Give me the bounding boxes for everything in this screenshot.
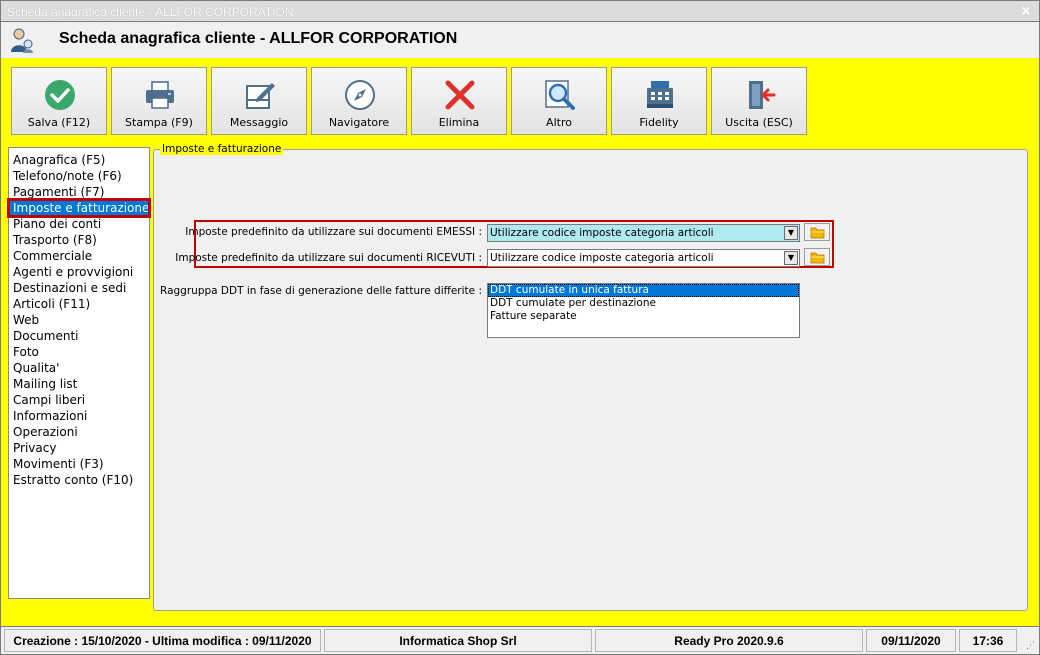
save-button-label: Salva (F12)	[27, 116, 91, 129]
sidebar-item[interactable]: Destinazioni e sedi	[9, 280, 149, 296]
page-title: Scheda anagrafica cliente - ALLFOR CORPO…	[59, 30, 458, 47]
tax-invoicing-panel: Imposte e fatturazione Imposte predefini…	[153, 143, 1028, 611]
sidebar-item[interactable]: Anagrafica (F5)	[9, 152, 149, 168]
sidebar-item[interactable]: Trasporto (F8)	[9, 232, 149, 248]
ricevuti-select[interactable]: Utilizzare codice imposte categoria arti…	[487, 249, 800, 267]
save-button[interactable]: Salva (F12)	[11, 67, 107, 135]
ddt-option[interactable]: DDT cumulate per destinazione	[488, 297, 799, 310]
check-circle-icon	[45, 80, 75, 110]
sidebar-item[interactable]: Piano dei conti	[9, 216, 149, 232]
delete-button-label: Elimina	[438, 116, 480, 129]
sidebar-item[interactable]: Operazioni	[9, 424, 149, 440]
print-button-label: Stampa (F9)	[125, 116, 193, 129]
window-titlebar: Scheda anagrafica cliente - ALLFOR CORPO…	[0, 0, 1040, 22]
ddt-option[interactable]: DDT cumulate in unica fattura	[488, 284, 799, 297]
emessi-label: Imposte predefinito da utilizzare sui do…	[185, 226, 482, 238]
status-date: 09/11/2020	[866, 629, 956, 652]
ricevuti-label: Imposte predefinito da utilizzare sui do…	[175, 252, 482, 264]
sidebar-item[interactable]: Movimenti (F3)	[9, 456, 149, 472]
customer-icon	[11, 28, 33, 53]
message-button[interactable]: Messaggio	[211, 67, 307, 135]
ricevuti-value: Utilizzare codice imposte categoria arti…	[490, 252, 714, 264]
folder-icon	[810, 252, 825, 264]
emessi-value: Utilizzare codice imposte categoria arti…	[490, 227, 714, 239]
more-button[interactable]: Altro	[511, 67, 607, 135]
sidebar-item[interactable]: Foto	[9, 344, 149, 360]
sidebar-item[interactable]: Telefono/note (F6)	[9, 168, 149, 184]
printer-icon	[146, 81, 174, 109]
sidebar-item[interactable]: Articoli (F11)	[9, 296, 149, 312]
sidebar-item[interactable]: Web	[9, 312, 149, 328]
compose-message-icon	[246, 83, 275, 109]
sidebar-item[interactable]: Pagamenti (F7)	[9, 184, 149, 200]
navigator-button-label: Navigatore	[328, 116, 390, 129]
compass-icon	[345, 80, 375, 110]
sidebar-item[interactable]: Commerciale	[9, 248, 149, 264]
resize-grip-icon[interactable]: ⋰	[1026, 641, 1036, 651]
ddt-grouping-list[interactable]: DDT cumulate in unica fattura DDT cumulat…	[487, 283, 800, 338]
cash-register-icon	[647, 81, 673, 108]
emessi-lookup-button[interactable]	[804, 223, 830, 241]
emessi-select[interactable]: Utilizzare codice imposte categoria arti…	[487, 224, 800, 242]
folder-icon	[810, 227, 825, 239]
sidebar-item[interactable]: Agenti e provvigioni	[9, 264, 149, 280]
ricevuti-lookup-button[interactable]	[804, 248, 830, 266]
sidebar-nav: Anagrafica (F5) Telefono/note (F6) Pagamen…	[7, 147, 151, 599]
message-button-label: Messaggio	[229, 116, 289, 129]
sidebar-item[interactable]: Campi liberi	[9, 392, 149, 408]
ddt-option[interactable]: Fatture separate	[488, 310, 799, 323]
magnifier-icon	[545, 80, 575, 110]
exit-button[interactable]: Uscita (ESC)	[711, 67, 807, 135]
sidebar-item[interactable]: Imposte e fatturazione	[7, 198, 151, 218]
sidebar-item[interactable]: Mailing list	[9, 376, 149, 392]
main-area: Salva (F12) Stampa (F9) Messaggio Naviga…	[0, 58, 1040, 626]
form-header: Scheda anagrafica cliente - ALLFOR CORPO…	[0, 22, 1040, 58]
sidebar-item[interactable]: Documenti	[9, 328, 149, 344]
status-dates: Creazione : 15/10/2020 - Ultima modifica…	[4, 629, 321, 652]
delete-button[interactable]: Elimina	[411, 67, 507, 135]
delete-x-icon	[445, 80, 475, 110]
status-bar: Creazione : 15/10/2020 - Ultima modifica…	[0, 626, 1040, 655]
exit-door-icon	[749, 81, 776, 109]
window-title: Scheda anagrafica cliente - ALLFOR CORPO…	[7, 5, 294, 19]
sidebar-item[interactable]: Estratto conto (F10)	[9, 472, 149, 488]
fidelity-button[interactable]: Fidelity	[611, 67, 707, 135]
sidebar-item[interactable]: Qualita'	[9, 360, 149, 376]
status-version: Ready Pro 2020.9.6	[595, 629, 863, 652]
exit-button-label: Uscita (ESC)	[725, 116, 793, 129]
status-company: Informatica Shop Srl	[324, 629, 592, 652]
more-button-label: Altro	[546, 116, 572, 129]
ddt-grouping-label: Raggruppa DDT in fase di generazione del…	[160, 285, 482, 297]
chevron-down-icon[interactable]: ▼	[784, 226, 798, 240]
chevron-down-icon[interactable]: ▼	[784, 251, 798, 265]
print-button[interactable]: Stampa (F9)	[111, 67, 207, 135]
fidelity-button-label: Fidelity	[639, 116, 679, 129]
sidebar-item[interactable]: Privacy	[9, 440, 149, 456]
sidebar-item[interactable]: Informazioni	[9, 408, 149, 424]
status-time: 17:36	[959, 629, 1017, 652]
close-icon[interactable]: ×	[1019, 5, 1033, 19]
navigator-button[interactable]: Navigatore	[311, 67, 407, 135]
